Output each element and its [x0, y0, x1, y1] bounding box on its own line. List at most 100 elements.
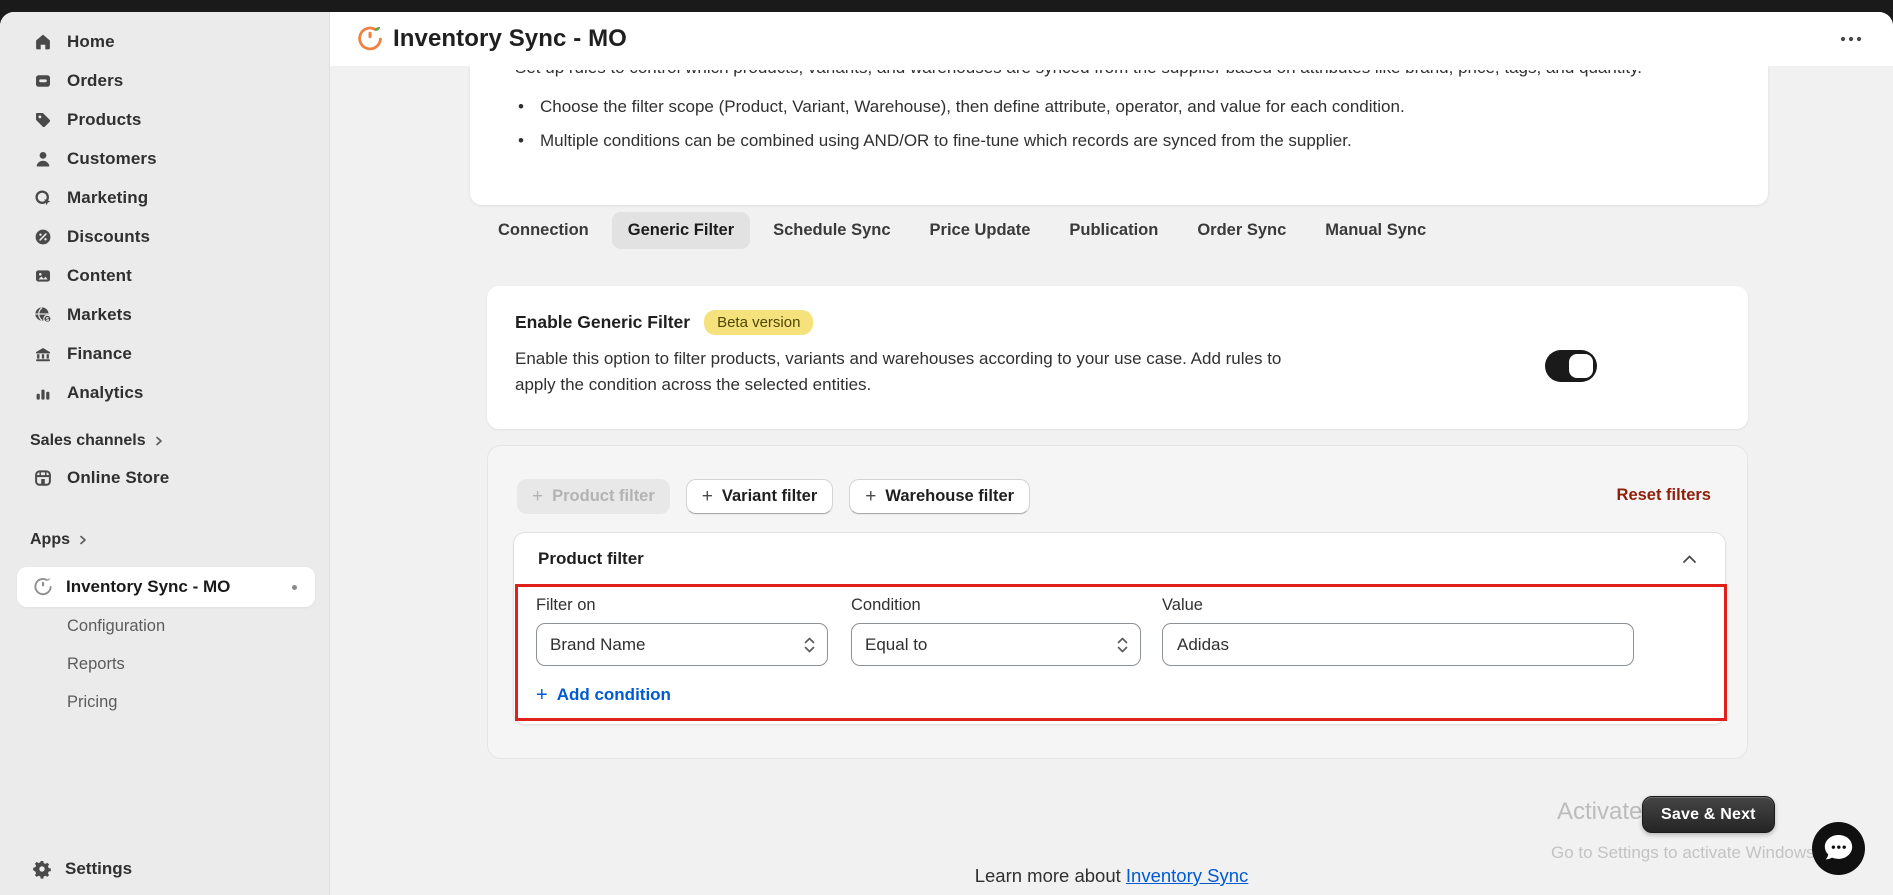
- sidebar-item-label: Content: [67, 265, 132, 285]
- tab-price-update[interactable]: Price Update: [914, 212, 1047, 249]
- sidebar-item-label: Orders: [67, 70, 124, 90]
- sidebar-item-pricing[interactable]: Pricing: [0, 683, 329, 721]
- app-header: Inventory Sync - MO: [330, 12, 1893, 66]
- sidebar-item-label: Marketing: [67, 187, 149, 207]
- sales-channels-label: Sales channels: [30, 432, 146, 449]
- condition-label: Condition: [851, 596, 921, 614]
- markets-icon: $: [32, 304, 54, 326]
- os-top-bar: [0, 0, 1893, 12]
- generic-filter-description: Enable this option to filter products, v…: [515, 349, 1282, 395]
- page-title: Inventory Sync - MO: [393, 25, 627, 52]
- sidebar-item-orders[interactable]: Orders: [0, 61, 329, 100]
- sales-channels-section[interactable]: Sales channels: [30, 426, 329, 456]
- sidebar-item-products[interactable]: Products: [0, 100, 329, 139]
- value-label: Value: [1162, 596, 1203, 614]
- beta-badge: Beta version: [704, 310, 814, 335]
- tab-bar: Connection Generic Filter Schedule Sync …: [482, 212, 1442, 249]
- sidebar: Home Orders Products Customers Marketing…: [0, 12, 330, 895]
- app-logo-icon: [355, 24, 385, 54]
- learn-more-footer: Learn more about Inventory Sync: [974, 865, 1249, 886]
- condition-field: Condition Equal to: [851, 596, 1141, 666]
- ellipsis-menu-button[interactable]: [1837, 29, 1865, 49]
- finance-icon: [32, 343, 54, 365]
- plus-icon: +: [532, 486, 544, 507]
- chat-widget-button[interactable]: [1812, 822, 1865, 875]
- admin-frame: Home Orders Products Customers Marketing…: [0, 12, 1893, 895]
- sidebar-item-label: Markets: [67, 304, 132, 324]
- active-indicator-dot: [292, 585, 297, 590]
- sidebar-item-content[interactable]: Content: [0, 256, 329, 295]
- value-field: Value: [1162, 596, 1634, 666]
- save-next-button[interactable]: Save & Next: [1642, 796, 1775, 833]
- sidebar-item-finance[interactable]: Finance: [0, 334, 329, 373]
- sidebar-item-customers[interactable]: Customers: [0, 139, 329, 178]
- customers-icon: [32, 148, 54, 170]
- analytics-icon: [32, 382, 54, 404]
- condition-select[interactable]: Equal to: [851, 623, 1141, 666]
- tab-connection[interactable]: Connection: [482, 212, 605, 249]
- filter-on-field: Filter on Brand Name: [536, 596, 828, 666]
- clipped-text-line: Set up rules to control which products, …: [515, 70, 1718, 83]
- info-bullet: Choose the filter scope (Product, Varian…: [515, 96, 1718, 118]
- enable-generic-filter-card: Enable Generic Filter Beta version Enabl…: [487, 286, 1748, 429]
- storefront-icon: [32, 467, 54, 489]
- chevron-right-icon: [153, 435, 165, 447]
- main-content: Inventory Sync - MO Set up rules to cont…: [330, 12, 1893, 895]
- apps-section[interactable]: Apps: [30, 525, 329, 555]
- sidebar-item-home[interactable]: Home: [0, 22, 329, 61]
- sidebar-item-inventory-sync-app[interactable]: Inventory Sync - MO: [17, 567, 315, 607]
- tab-manual-sync[interactable]: Manual Sync: [1309, 212, 1442, 249]
- sidebar-item-discounts[interactable]: Discounts: [0, 217, 329, 256]
- activate-windows-watermark-sub: Go to Settings to activate Windows.: [1551, 843, 1820, 862]
- sidebar-item-configuration[interactable]: Configuration: [0, 607, 329, 645]
- sidebar-item-online-store[interactable]: Online Store: [0, 458, 329, 497]
- generic-filter-title: Enable Generic Filter: [515, 312, 691, 332]
- chevron-up-icon[interactable]: [1677, 547, 1701, 571]
- filter-on-label: Filter on: [536, 596, 596, 614]
- sidebar-item-settings[interactable]: Settings: [0, 849, 329, 889]
- tab-order-sync[interactable]: Order Sync: [1181, 212, 1302, 249]
- products-icon: [32, 109, 54, 131]
- sidebar-item-label: Online Store: [67, 467, 170, 487]
- select-updown-icon: [1116, 635, 1129, 655]
- toggle-knob: [1569, 354, 1593, 378]
- apps-label: Apps: [30, 531, 70, 548]
- plus-icon: +: [701, 486, 713, 507]
- add-condition-link[interactable]: + Add condition: [536, 685, 671, 705]
- reset-filters-link[interactable]: Reset filters: [1617, 486, 1711, 505]
- filter-on-select[interactable]: Brand Name: [536, 623, 828, 666]
- sidebar-item-label: Discounts: [67, 226, 151, 246]
- content-icon: [32, 265, 54, 287]
- product-filter-button: + Product filter: [517, 479, 670, 514]
- sidebar-item-markets[interactable]: $ Markets: [0, 295, 329, 334]
- marketing-icon: [32, 187, 54, 209]
- generic-filter-toggle[interactable]: [1545, 350, 1597, 382]
- product-filter-card-title: Product filter: [538, 549, 644, 568]
- warehouse-filter-button[interactable]: + Warehouse filter: [849, 479, 1031, 514]
- sidebar-item-label: Customers: [67, 148, 157, 168]
- tab-publication[interactable]: Publication: [1053, 212, 1174, 249]
- app-item-label: Inventory Sync - MO: [66, 577, 231, 596]
- home-icon: [32, 31, 54, 53]
- sidebar-item-label: Products: [67, 109, 142, 129]
- gear-icon: [32, 859, 52, 879]
- sidebar-item-label: Analytics: [67, 382, 144, 402]
- sidebar-item-label: Finance: [67, 343, 132, 363]
- sidebar-item-label: Home: [67, 31, 115, 51]
- sidebar-item-reports[interactable]: Reports: [0, 645, 329, 683]
- plus-icon: +: [865, 486, 877, 507]
- sidebar-item-marketing[interactable]: Marketing: [0, 178, 329, 217]
- tab-generic-filter[interactable]: Generic Filter: [611, 212, 751, 249]
- screen: Home Orders Products Customers Marketing…: [0, 0, 1893, 895]
- orders-icon: [32, 70, 54, 92]
- filter-toolbar: + Product filter + Variant filter + Ware…: [517, 479, 1031, 514]
- tab-schedule-sync[interactable]: Schedule Sync: [757, 212, 906, 249]
- inventory-sync-link[interactable]: Inventory Sync: [1126, 865, 1248, 886]
- value-input[interactable]: [1162, 623, 1634, 666]
- sidebar-item-analytics[interactable]: Analytics: [0, 373, 329, 412]
- info-bullet: Multiple conditions can be combined usin…: [515, 130, 1718, 152]
- settings-label: Settings: [65, 859, 133, 878]
- select-updown-icon: [803, 635, 816, 655]
- variant-filter-button[interactable]: + Variant filter: [685, 479, 834, 514]
- filters-panel: + Product filter + Variant filter + Ware…: [487, 445, 1748, 759]
